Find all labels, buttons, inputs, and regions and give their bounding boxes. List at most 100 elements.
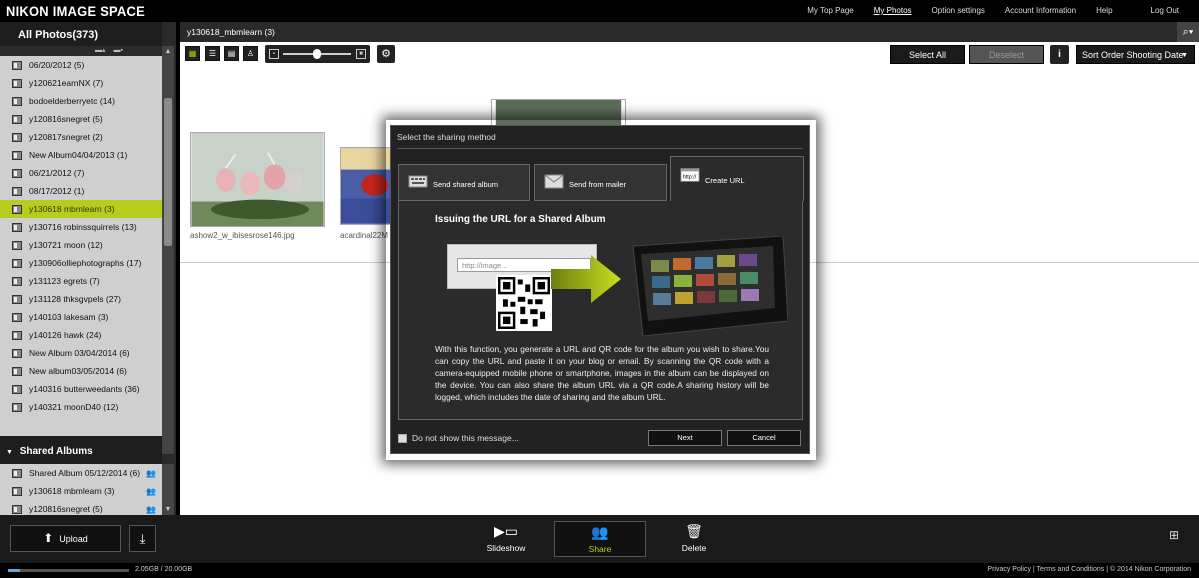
- album-item[interactable]: 06/20/2012 (5): [0, 56, 162, 74]
- tab-label: Send shared album: [433, 180, 499, 189]
- cancel-button[interactable]: Cancel: [727, 430, 801, 446]
- album-icon: [12, 348, 22, 358]
- scroll-down-icon[interactable]: ▼: [164, 506, 172, 514]
- zoom-slider[interactable]: ▪ ■: [265, 45, 370, 63]
- album-item[interactable]: y120621earnNX (7): [0, 74, 162, 92]
- list-view-icon[interactable]: ☰: [205, 46, 220, 61]
- sitemap-icon[interactable]: ⊞: [1169, 528, 1185, 546]
- album-label: y140103 lakesam (3): [29, 312, 109, 322]
- album-item[interactable]: y140316 butterweedants (36): [0, 380, 162, 398]
- nav-option-settings[interactable]: Option settings: [932, 6, 985, 15]
- detail-view-icon[interactable]: ▤: [224, 46, 239, 61]
- sidebar-scrollbar[interactable]: ▲: [162, 46, 174, 454]
- album-item[interactable]: y130721 moon (12): [0, 236, 162, 254]
- nav-account-information[interactable]: Account Information: [1005, 6, 1076, 15]
- tab-create-url[interactable]: http:// Create URL: [670, 156, 804, 201]
- album-item[interactable]: y140321 moonD40 (12): [0, 398, 162, 416]
- album-icon: [12, 240, 22, 250]
- dropdown-arrow-icon: ▼: [1181, 52, 1188, 59]
- tab-send-shared-album[interactable]: Send shared album: [398, 164, 530, 201]
- album-label: y140126 hawk (24): [29, 330, 102, 340]
- gear-icon[interactable]: ⚙: [377, 45, 395, 63]
- people-icon: 👥: [146, 487, 156, 496]
- share-button[interactable]: 👥 Share: [554, 521, 646, 557]
- zoom-in-icon[interactable]: ■: [356, 49, 366, 59]
- album-icon: [12, 276, 22, 286]
- zoom-knob[interactable]: [313, 49, 321, 59]
- slideshow-button[interactable]: ▶▭ Slideshow: [460, 521, 552, 557]
- tab-label: Create URL: [705, 176, 745, 185]
- shared-album-label: y120816snegret (5): [29, 504, 103, 514]
- album-item[interactable]: y140126 hawk (24): [0, 326, 162, 344]
- album-item[interactable]: bodoelderberryetc (14): [0, 92, 162, 110]
- dialog-title: Select the sharing method: [397, 132, 496, 142]
- next-button[interactable]: Next: [648, 430, 722, 446]
- upload-icon: ⬆: [43, 531, 54, 545]
- svg-text:http://: http://: [683, 175, 697, 181]
- delete-button[interactable]: 🗑 Delete: [648, 521, 740, 557]
- sort-dropdown[interactable]: Sort Order Shooting Date ▼: [1076, 45, 1195, 64]
- album-item[interactable]: y131128 thksgvpels (27): [0, 290, 162, 308]
- people-icon: 👥: [146, 469, 156, 478]
- zoom-out-icon[interactable]: ▪: [269, 49, 279, 59]
- photo-caption: ashow2_w_ibisesrose146.jpg: [190, 231, 295, 240]
- shared-scrollbar[interactable]: ▼: [162, 464, 174, 515]
- map-view-icon[interactable]: ♙: [243, 46, 258, 61]
- album-label: y130716 robinssquirrels (13): [29, 222, 137, 232]
- album-item[interactable]: y131123 egrets (7): [0, 272, 162, 290]
- toolbar: ▦ ☰ ▤ ♙ ▪ ■ ⚙ Select All Deselect i Sort…: [180, 42, 1199, 66]
- album-label: y130906olliephotographs (17): [29, 258, 142, 268]
- select-all-button[interactable]: Select All: [890, 45, 965, 64]
- share-label: Share: [588, 544, 612, 554]
- nav-help[interactable]: Help: [1096, 6, 1112, 15]
- tab-send-from-mailer[interactable]: Send from mailer: [534, 164, 667, 201]
- info-icon[interactable]: i: [1050, 45, 1069, 64]
- album-item[interactable]: New Album04/04/2013 (1): [0, 146, 162, 164]
- album-item[interactable]: y120817snegret (2): [0, 128, 162, 146]
- slideshow-label: Slideshow: [486, 543, 526, 553]
- deselect-button[interactable]: Deselect: [969, 45, 1044, 64]
- album-icon: [12, 366, 22, 376]
- sort-icon[interactable]: ▬▴: [95, 47, 106, 54]
- footer-links[interactable]: Privacy Policy | Terms and Conditions | …: [987, 566, 1191, 573]
- shared-albums-header[interactable]: ▼ Shared Albums: [0, 436, 162, 464]
- scroll-up-icon[interactable]: ▲: [164, 48, 172, 56]
- album-icon: [12, 258, 22, 268]
- dont-show-checkbox[interactable]: [398, 433, 407, 443]
- sort-label: Sort Order Shooting Date: [1082, 50, 1184, 60]
- album-item[interactable]: New Album 03/04/2014 (6): [0, 344, 162, 362]
- photo-image[interactable]: [190, 132, 325, 227]
- shared-album-item[interactable]: y120816snegret (5) 👥: [0, 500, 162, 515]
- shared-album-item[interactable]: Shared Album 05/12/2014 (6) 👥: [0, 464, 162, 482]
- scroll-thumb[interactable]: [164, 98, 172, 246]
- collapse-triangle-icon[interactable]: ▼: [6, 449, 13, 456]
- album-item[interactable]: New album03/05/2014 (6): [0, 362, 162, 380]
- nav-my-photos[interactable]: My Photos: [874, 6, 912, 15]
- grid-large-view-icon[interactable]: ▦: [185, 46, 200, 61]
- album-item[interactable]: y140103 lakesam (3): [0, 308, 162, 326]
- album-label: y120621earnNX (7): [29, 78, 104, 88]
- dont-show-row[interactable]: Do not show this message...: [398, 433, 519, 443]
- search-icon[interactable]: ⌕▾: [1177, 22, 1199, 42]
- footer: 2.05GB / 20.00GB Privacy Policy | Terms …: [0, 563, 1199, 578]
- album-item[interactable]: y130618 mbmlearn (3): [0, 200, 162, 218]
- album-label: 06/20/2012 (5): [29, 60, 85, 70]
- nav-my-top-page[interactable]: My Top Page: [807, 6, 854, 15]
- album-item[interactable]: y120816snegret (5): [0, 110, 162, 128]
- all-photos-header[interactable]: All Photos(373): [0, 22, 162, 46]
- album-icon: [12, 60, 22, 70]
- album-label: y130721 moon (12): [29, 240, 103, 250]
- album-item[interactable]: y130906olliephotographs (17): [0, 254, 162, 272]
- content-description: With this function, you generate a URL a…: [435, 344, 769, 402]
- shared-album-item[interactable]: y130618 mbmlearn (3) 👥: [0, 482, 162, 500]
- download-icon[interactable]: ⤓: [129, 525, 156, 552]
- upload-button[interactable]: ⬆ Upload: [10, 525, 121, 552]
- settings-icon[interactable]: ▬▪: [113, 47, 122, 54]
- logout-link[interactable]: Log Out: [1151, 6, 1179, 15]
- album-item[interactable]: 08/17/2012 (1): [0, 182, 162, 200]
- album-label: bodoelderberryetc (14): [29, 96, 115, 106]
- photo-thumbnail[interactable]: ashow2_w_ibisesrose146.jpg: [190, 132, 326, 242]
- album-item[interactable]: y130716 robinssquirrels (13): [0, 218, 162, 236]
- album-label: y140316 butterweedants (36): [29, 384, 140, 394]
- album-item[interactable]: 06/21/2012 (7): [0, 164, 162, 182]
